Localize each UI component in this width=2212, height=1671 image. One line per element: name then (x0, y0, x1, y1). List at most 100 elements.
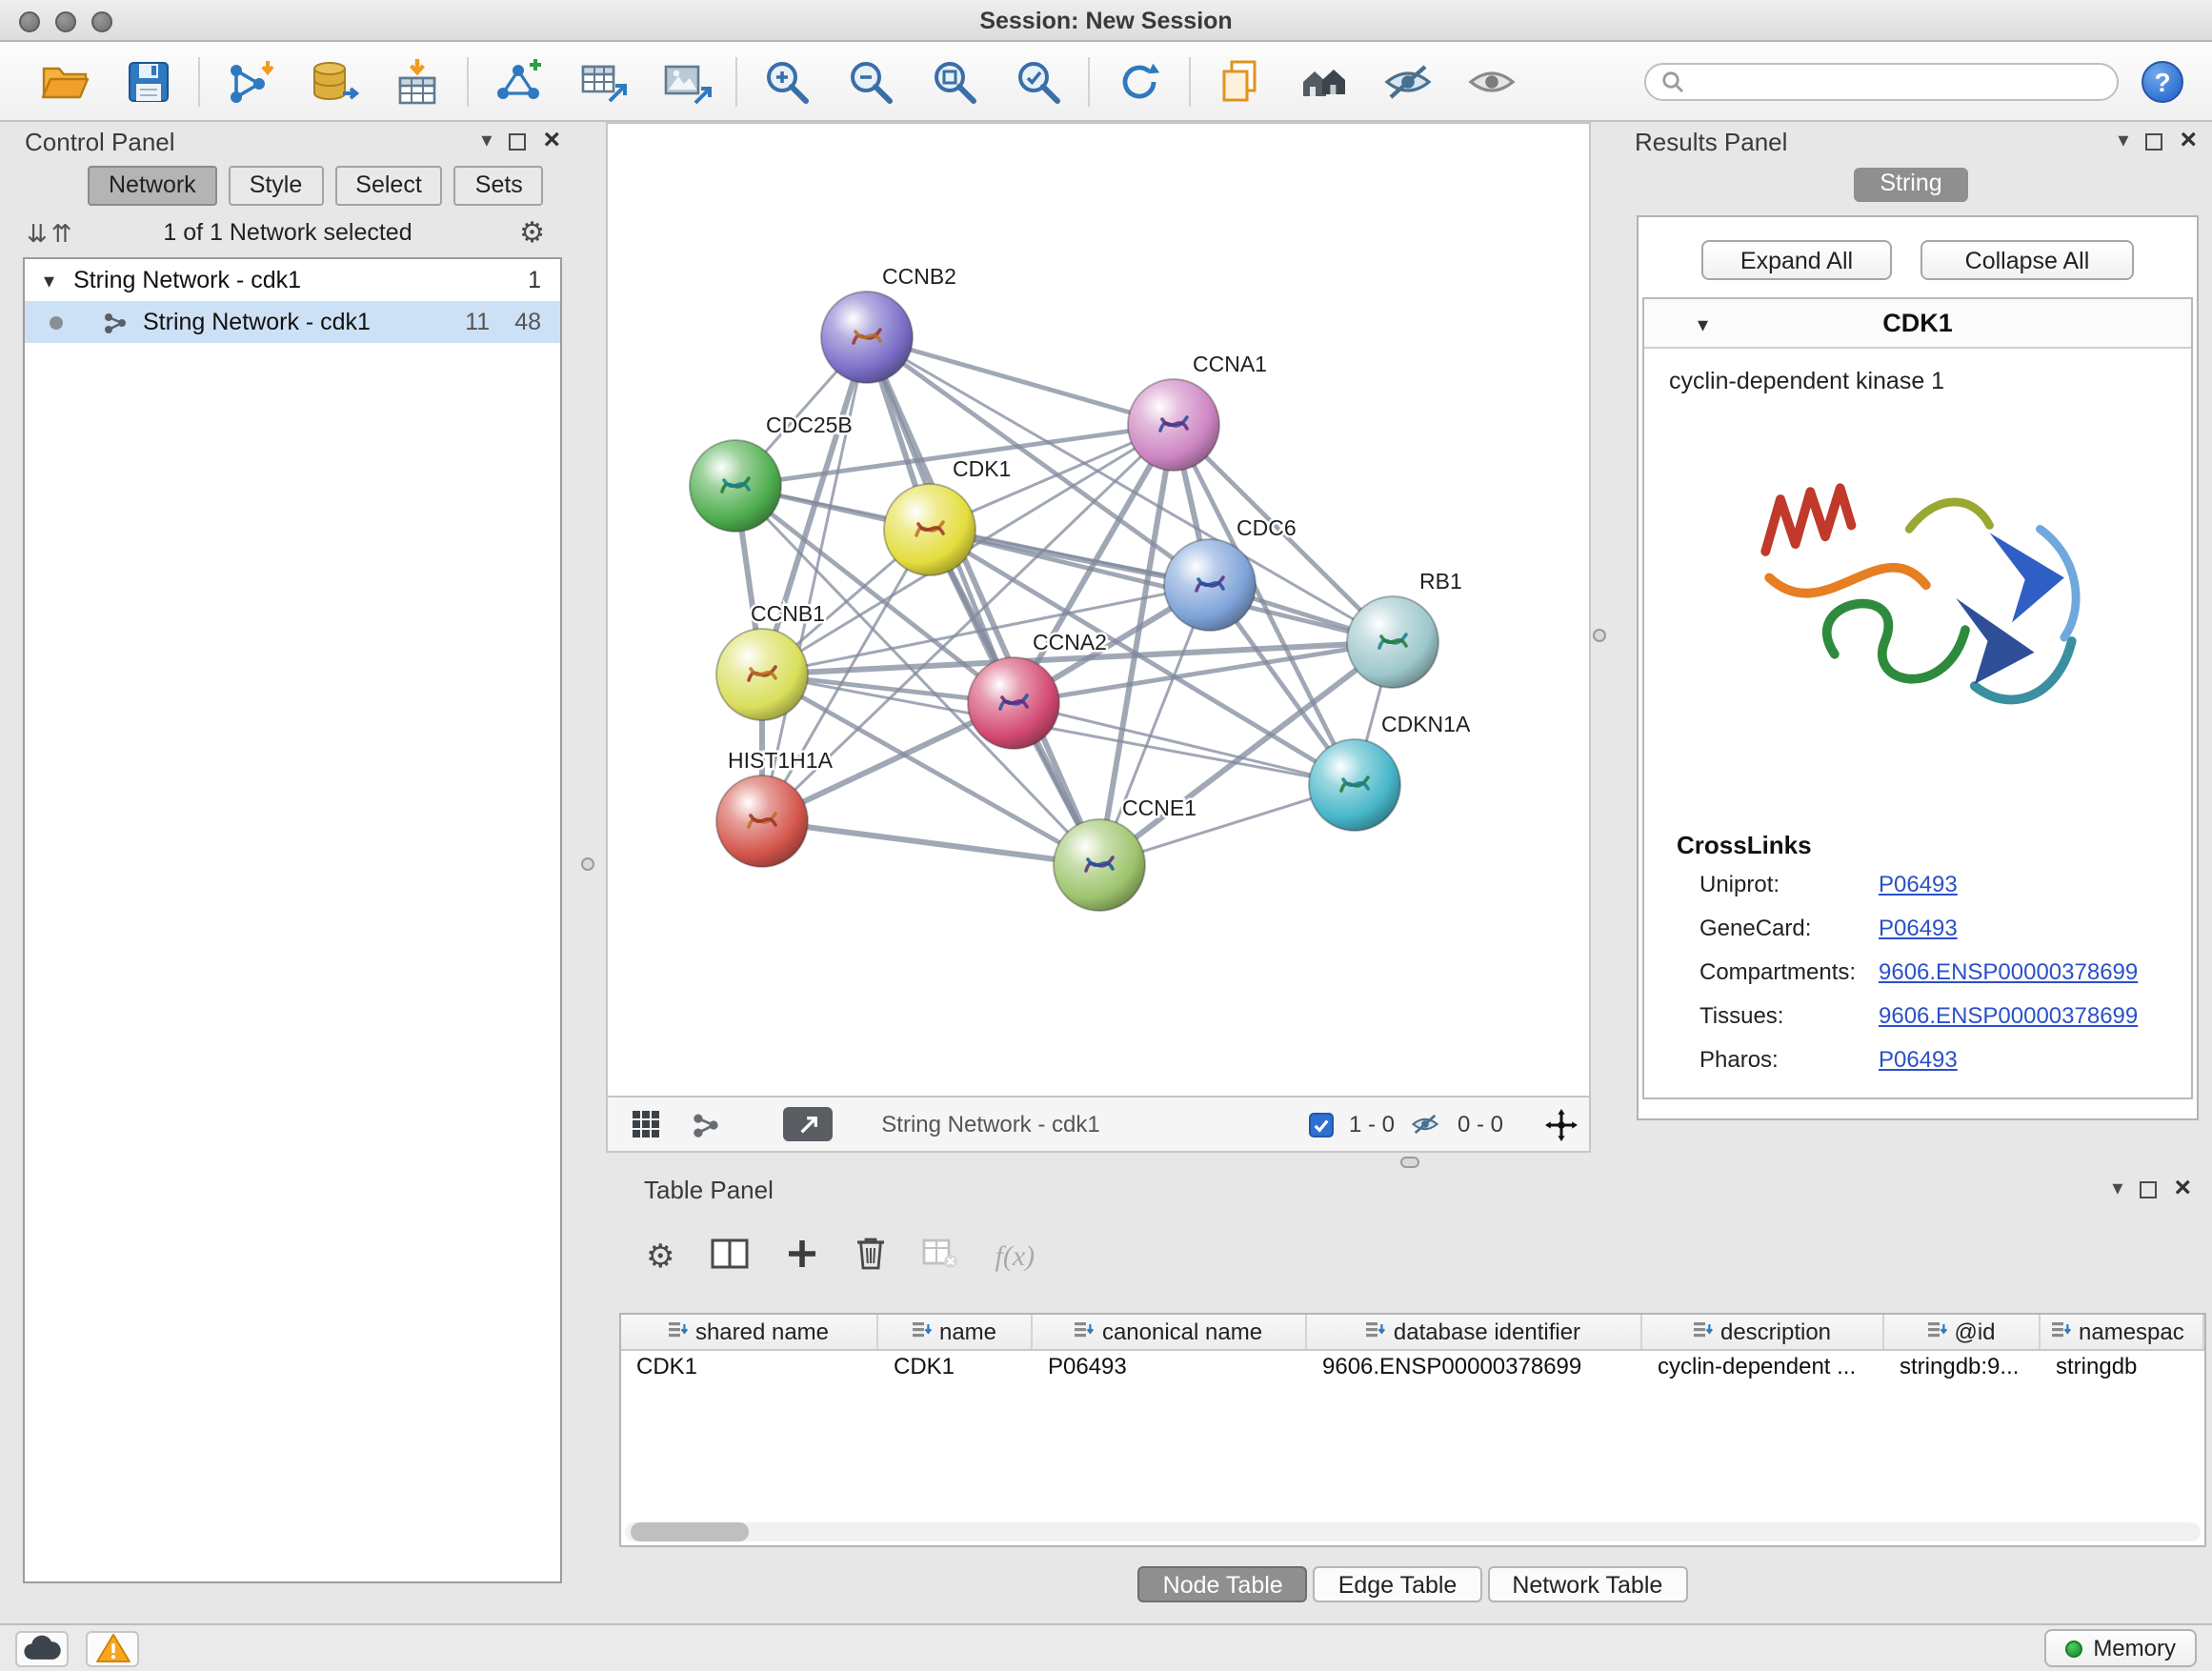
new-network-from-selection-button[interactable] (490, 52, 547, 110)
home-button[interactable] (1296, 52, 1353, 110)
network-edge[interactable] (762, 821, 1099, 865)
panel-close-icon[interactable]: × (2180, 131, 2197, 151)
memory-button[interactable]: Memory (2043, 1629, 2197, 1667)
table-cell[interactable]: 9606.ENSP00000378699 (1307, 1351, 1642, 1383)
splitter-handle[interactable] (1593, 629, 1606, 642)
column-header-description[interactable]: description (1642, 1315, 1884, 1349)
tab-style[interactable]: Style (229, 166, 324, 206)
pan-mode-button[interactable] (1545, 1097, 1578, 1151)
table-cell[interactable]: stringdb:9... (1884, 1351, 2041, 1383)
table-cell[interactable]: CDK1 (878, 1351, 1033, 1383)
import-network-database-button[interactable] (305, 52, 362, 110)
zoom-in-button[interactable] (758, 52, 815, 110)
save-session-button[interactable] (120, 52, 177, 110)
column-header-shared-name[interactable]: shared name (621, 1315, 878, 1349)
expand-all-button[interactable]: Expand All (1701, 240, 1892, 280)
tab-sets[interactable]: Sets (454, 166, 544, 206)
panel-close-icon[interactable]: × (543, 131, 560, 151)
help-button[interactable]: ? (2142, 60, 2183, 102)
export-table-button[interactable] (573, 52, 631, 110)
crosslink-value-link[interactable]: 9606.ENSP00000378699 (1879, 960, 2138, 985)
table-cell[interactable]: P06493 (1033, 1351, 1307, 1383)
table-settings-gear-icon[interactable]: ⚙ (646, 1238, 675, 1277)
panel-menu-icon[interactable]: ▾ (2118, 131, 2128, 151)
delete-column-button[interactable] (856, 1235, 887, 1280)
network-node-cdk1[interactable]: CDK1 (884, 456, 1011, 575)
tree-expander-icon[interactable]: ▾ (44, 268, 54, 292)
network-collection-row[interactable]: ▾ String Network - cdk1 1 (25, 259, 560, 301)
horizontal-scrollbar[interactable] (625, 1522, 2201, 1541)
import-table-button[interactable] (389, 52, 446, 110)
search-icon (1661, 70, 1684, 92)
scrollbar-thumb[interactable] (631, 1522, 749, 1541)
share-icon (692, 1110, 720, 1138)
toggle-graphics-details-button[interactable] (1379, 52, 1437, 110)
panel-close-icon[interactable]: × (2174, 1179, 2191, 1198)
search-input[interactable] (1694, 66, 2101, 96)
function-builder-button-disabled: f(x) (995, 1241, 1036, 1274)
network-edge[interactable] (867, 337, 1174, 425)
table-cell[interactable]: cyclin-dependent ... (1642, 1351, 1884, 1383)
collapse-all-button[interactable]: Collapse All (1920, 240, 2134, 280)
column-header-database-identifier[interactable]: database identifier (1307, 1315, 1642, 1349)
create-column-button[interactable] (786, 1236, 820, 1279)
table-cell[interactable]: CDK1 (621, 1351, 878, 1383)
application-window: Session: New Session (0, 0, 2212, 1671)
gear-icon[interactable]: ⚙ (519, 215, 545, 250)
crosslink-value-link[interactable]: P06493 (1879, 873, 1958, 897)
panel-float-icon[interactable] (509, 132, 526, 150)
open-session-button[interactable] (36, 52, 93, 110)
splitter-handle[interactable] (581, 857, 594, 871)
panel-float-icon[interactable] (2140, 1180, 2157, 1198)
close-window-icon[interactable] (19, 11, 40, 32)
cloud-status-button[interactable] (15, 1630, 69, 1666)
table-panel-title: Table Panel (644, 1175, 774, 1203)
birdseye-view-button[interactable] (633, 1097, 659, 1151)
column-header-namespac[interactable]: namespac (2041, 1315, 2204, 1349)
crosslink-value-link[interactable]: P06493 (1879, 916, 1958, 941)
column-header--id[interactable]: @id (1884, 1315, 2041, 1349)
network-edge[interactable] (867, 337, 1099, 865)
string-results-box: Expand All Collapse All ▾ CDK1 cyclin-de… (1637, 215, 2199, 1120)
panel-float-icon[interactable] (2145, 132, 2162, 150)
panel-menu-icon[interactable]: ▾ (481, 131, 492, 151)
network-node-ccna1[interactable]: CCNA1 (1128, 352, 1267, 471)
import-network-file-button[interactable] (221, 52, 278, 110)
image-icon (659, 54, 713, 108)
panel-menu-icon[interactable]: ▾ (2112, 1179, 2122, 1198)
detach-view-button[interactable] (783, 1107, 833, 1141)
splitter-handle[interactable] (1400, 1157, 1419, 1168)
show-columns-button[interactable] (712, 1236, 750, 1279)
column-header-canonical-name[interactable]: canonical name (1033, 1315, 1307, 1349)
show-graphics-button[interactable] (1463, 52, 1520, 110)
crosslink-value-link[interactable]: P06493 (1879, 1048, 1958, 1073)
tab-edge-table[interactable]: Edge Table (1314, 1566, 1482, 1602)
network-type-button[interactable] (692, 1097, 720, 1151)
tab-string[interactable]: String (1854, 168, 1968, 202)
tab-network[interactable]: Network (88, 166, 217, 206)
table-row[interactable]: CDK1CDK1P064939606.ENSP00000378699cyclin… (621, 1351, 2204, 1383)
tab-node-table[interactable]: Node Table (1138, 1566, 1308, 1602)
zoom-fit-button[interactable] (926, 52, 983, 110)
network-node-cdkn1a[interactable]: CDKN1A (1309, 712, 1471, 831)
network-row-selected[interactable]: String Network - cdk1 11 48 (25, 301, 560, 343)
crosslink-value-link[interactable]: 9606.ENSP00000378699 (1879, 1004, 2138, 1029)
warnings-button[interactable] (86, 1630, 139, 1666)
minimize-window-icon[interactable] (55, 11, 76, 32)
export-image-button[interactable] (657, 52, 714, 110)
zoom-selected-button[interactable] (1010, 52, 1067, 110)
column-header-name[interactable]: name (878, 1315, 1033, 1349)
network-edge[interactable] (930, 530, 1393, 642)
network-canvas[interactable]: CCNB2CCNA1CDC25BCDK1CDC6RB1CCNB1CCNA2CDK… (606, 122, 1591, 1097)
network-node-ccnb2[interactable]: CCNB2 (821, 264, 956, 383)
apply-layout-button[interactable] (1111, 52, 1168, 110)
zoom-window-icon[interactable] (91, 11, 112, 32)
zoom-out-button[interactable] (842, 52, 899, 110)
network-node-rb1[interactable]: RB1 (1347, 569, 1462, 688)
tab-network-table[interactable]: Network Table (1487, 1566, 1687, 1602)
copy-document-button[interactable] (1212, 52, 1269, 110)
table-cell[interactable]: stringdb (2041, 1351, 2204, 1383)
network-node-hist1h1a[interactable]: HIST1H1A (716, 748, 834, 867)
tab-select[interactable]: Select (334, 166, 443, 206)
selected-checkbox-icon[interactable] (1309, 1112, 1334, 1137)
